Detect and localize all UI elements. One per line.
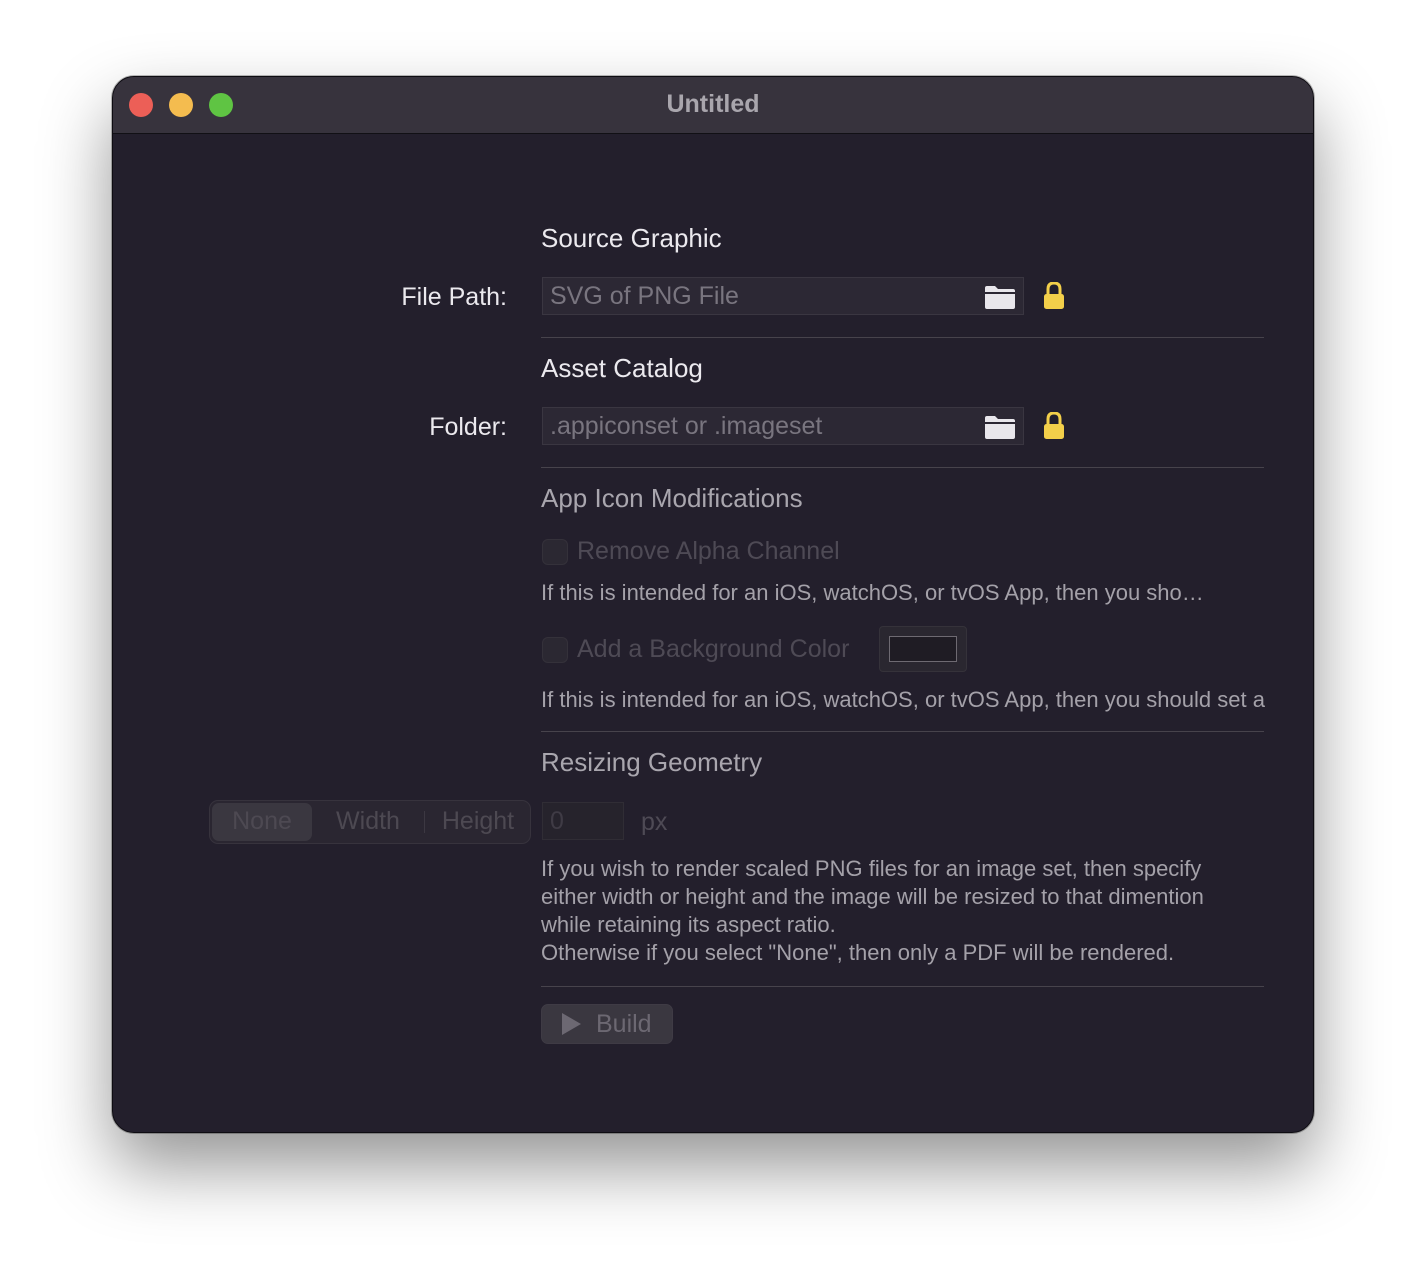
- app-icon-modifications-title: App Icon Modifications: [541, 483, 803, 513]
- folder-icon[interactable]: [984, 284, 1016, 310]
- separator: [541, 337, 1264, 338]
- close-button[interactable]: [129, 93, 153, 117]
- folder-field[interactable]: [542, 407, 1024, 445]
- segment-divider: [424, 811, 425, 833]
- color-swatch: [889, 636, 957, 662]
- minimize-button[interactable]: [169, 93, 193, 117]
- lock-icon[interactable]: [1043, 412, 1065, 440]
- background-color-help: If this is intended for an iOS, watchOS,…: [541, 687, 1265, 712]
- segment-none[interactable]: None: [212, 803, 312, 841]
- resize-help-line-2: either width or height and the image wil…: [541, 884, 1204, 909]
- asset-catalog-title: Asset Catalog: [541, 353, 703, 383]
- resize-mode-segmented-control[interactable]: None Width Height: [209, 800, 531, 844]
- zoom-button[interactable]: [209, 93, 233, 117]
- background-color-well[interactable]: [879, 626, 967, 672]
- main-window: Untitled Source Graphic File Path: Asset…: [112, 76, 1314, 1133]
- size-input[interactable]: [550, 805, 616, 837]
- resize-help-line-4: Otherwise if you select "None", then onl…: [541, 940, 1175, 965]
- segment-width[interactable]: Width: [314, 801, 422, 843]
- remove-alpha-label[interactable]: Remove Alpha Channel: [577, 537, 840, 566]
- build-label: Build: [596, 1010, 652, 1038]
- folder-input[interactable]: [550, 410, 970, 442]
- unit-label: px: [641, 808, 668, 836]
- folder-label: Folder:: [429, 413, 507, 441]
- play-icon: [562, 1013, 581, 1035]
- folder-icon[interactable]: [984, 414, 1016, 440]
- separator: [541, 986, 1264, 987]
- file-path-label: File Path:: [401, 283, 507, 311]
- separator: [541, 467, 1264, 468]
- window-title: Untitled: [666, 90, 760, 118]
- remove-alpha-help: If this is intended for an iOS, watchOS,…: [541, 580, 1204, 605]
- separator: [541, 731, 1264, 732]
- title-bar[interactable]: Untitled: [113, 77, 1313, 134]
- resize-help-line-1: If you wish to render scaled PNG files f…: [541, 856, 1202, 881]
- size-field[interactable]: [542, 802, 624, 840]
- background-color-label[interactable]: Add a Background Color: [577, 635, 849, 664]
- file-path-input[interactable]: [550, 280, 970, 312]
- file-path-field[interactable]: [542, 277, 1024, 315]
- background-color-checkbox[interactable]: [542, 637, 568, 663]
- source-graphic-title: Source Graphic: [541, 223, 722, 253]
- remove-alpha-checkbox[interactable]: [542, 539, 568, 565]
- build-button[interactable]: Build: [541, 1004, 673, 1044]
- lock-icon[interactable]: [1043, 282, 1065, 310]
- segment-height[interactable]: Height: [426, 801, 530, 843]
- resize-help-line-3: while retaining its aspect ratio.: [541, 912, 836, 937]
- resizing-geometry-title: Resizing Geometry: [541, 747, 763, 777]
